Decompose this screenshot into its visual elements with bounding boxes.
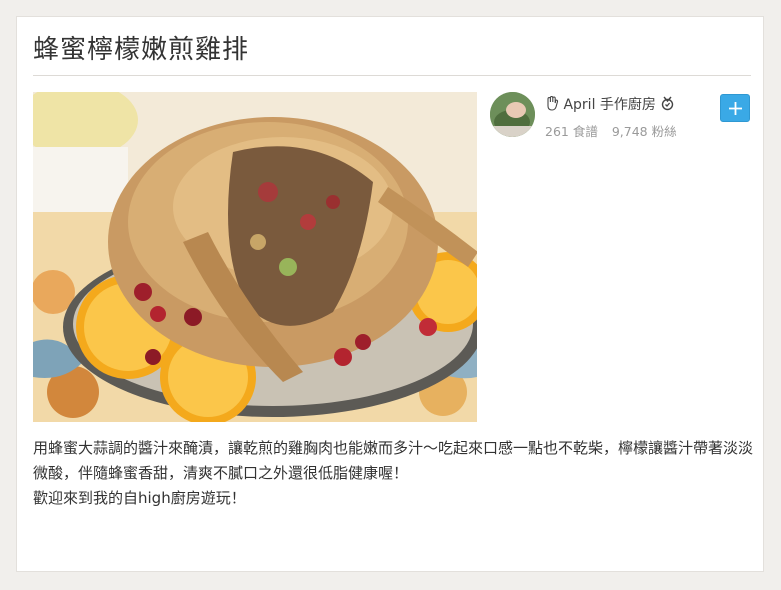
roast-chicken-image [33,92,477,422]
description-paragraph: 用蜂蜜大蒜調的醬汁來醃漬，讓乾煎的雞胸肉也能嫩而多汁～吃起來口感一點也不乾柴，檸… [33,439,754,482]
follow-button[interactable] [720,94,750,122]
plus-icon [729,102,742,115]
description-paragraph: 歡迎來到我的自high廚房遊玩！ [33,489,246,507]
hand-wave-icon [545,95,559,115]
recipe-photo[interactable] [33,92,477,422]
author-panel: April 手作廚房 261 食譜 9,748 粉絲 [490,92,752,152]
fans-count: 9,748 粉絲 [611,124,677,139]
recipe-card: 蜂蜜檸檬嫩煎雞排 April 手作廚房 261 食譜 9,748 粉絲 用蜂蜜大… [16,16,764,572]
author-name[interactable]: April 手作廚房 [563,97,655,113]
author-name-row[interactable]: April 手作廚房 [545,94,675,115]
title-divider [33,75,751,76]
recipe-title: 蜂蜜檸檬嫩煎雞排 [33,35,250,65]
author-avatar[interactable] [490,92,535,137]
recipe-description: 用蜂蜜大蒜調的醬汁來醃漬，讓乾煎的雞胸肉也能嫩而多汁～吃起來口感一點也不乾柴，檸… [33,436,755,511]
avatar-image [490,92,535,137]
recipes-count: 261 食譜 [545,124,598,139]
badge-icon [660,96,675,115]
author-stats: 261 食譜 9,748 粉絲 [545,121,677,140]
